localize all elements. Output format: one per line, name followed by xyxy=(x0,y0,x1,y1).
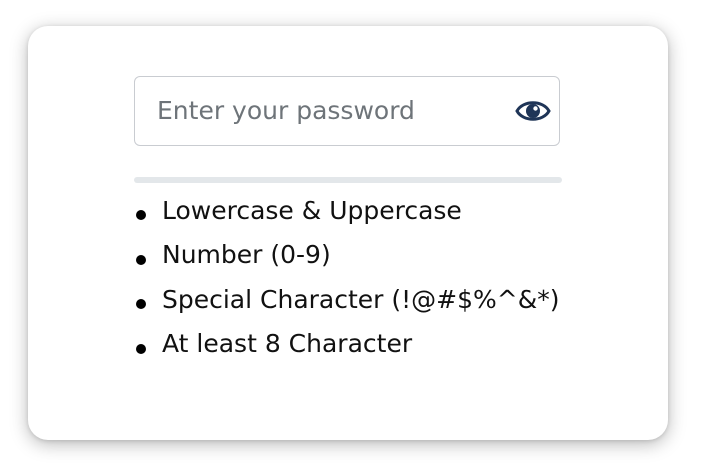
eye-icon xyxy=(515,101,551,121)
requirement-label: Lowercase & Uppercase xyxy=(162,195,462,225)
requirement-item: Lowercase & Uppercase xyxy=(134,188,559,233)
requirement-item: Number (0-9) xyxy=(134,233,559,278)
password-field xyxy=(134,76,560,146)
bullet-icon xyxy=(136,299,146,310)
toggle-visibility-button[interactable] xyxy=(515,95,551,127)
password-strength-bar xyxy=(134,177,562,183)
bullet-icon xyxy=(136,210,146,221)
bullet-icon xyxy=(136,343,146,354)
requirement-label: Number (0-9) xyxy=(162,240,331,270)
requirement-item: Special Character (!@#$%^&*) xyxy=(134,277,559,322)
requirement-item: At least 8 Character xyxy=(134,322,559,367)
bullet-icon xyxy=(136,254,146,265)
password-input[interactable] xyxy=(157,77,487,144)
password-card: Lowercase & Uppercase Number (0-9) Speci… xyxy=(28,26,668,440)
requirement-label: Special Character (!@#$%^&*) xyxy=(162,284,560,314)
requirements-list: Lowercase & Uppercase Number (0-9) Speci… xyxy=(134,188,559,366)
requirement-label: At least 8 Character xyxy=(162,329,413,359)
